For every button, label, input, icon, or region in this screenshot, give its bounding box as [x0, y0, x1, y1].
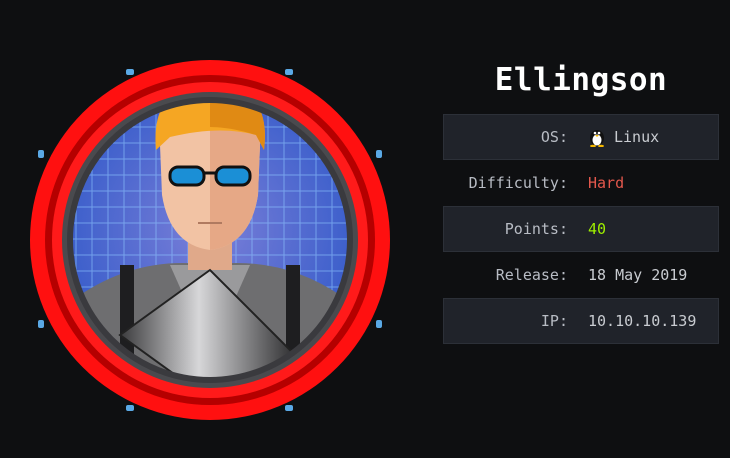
stat-label-ip: IP: — [540, 312, 568, 330]
stat-row-release: Release: 18 May 2019 — [443, 252, 719, 298]
stat-row-difficulty: Difficulty: Hard — [443, 160, 719, 206]
stat-row-ip: IP: 10.10.10.139 — [443, 298, 719, 344]
stat-label-difficulty: Difficulty: — [468, 174, 568, 192]
stat-row-points: Points: 40 — [443, 206, 719, 252]
stat-value-text-points: 40 — [588, 220, 607, 238]
stat-row-os: OS: Linux — [443, 114, 719, 160]
machine-avatar — [20, 55, 400, 425]
stat-label-os: OS: — [540, 128, 568, 146]
stat-value-text-os: Linux — [614, 128, 660, 146]
stat-value-points: 40 — [568, 220, 606, 238]
stat-value-ip: 10.10.10.139 — [568, 312, 696, 330]
machine-info-panel: OS: Linux Difficulty: Hard Points: 40 Release:… — [443, 114, 719, 344]
stat-value-text-difficulty: Hard — [588, 174, 625, 192]
stat-value-os: Linux — [568, 127, 660, 148]
avatar-illustration — [30, 60, 390, 420]
stat-value-text-release: 18 May 2019 — [588, 266, 688, 284]
tux-penguin-icon — [588, 127, 606, 148]
stat-label-release: Release: — [495, 266, 568, 284]
stat-value-difficulty: Hard — [568, 174, 624, 192]
machine-title: Ellingson — [494, 62, 668, 98]
stat-value-release: 18 May 2019 — [568, 266, 687, 284]
stat-value-text-ip: 10.10.10.139 — [588, 312, 697, 330]
stat-label-points: Points: — [504, 220, 568, 238]
